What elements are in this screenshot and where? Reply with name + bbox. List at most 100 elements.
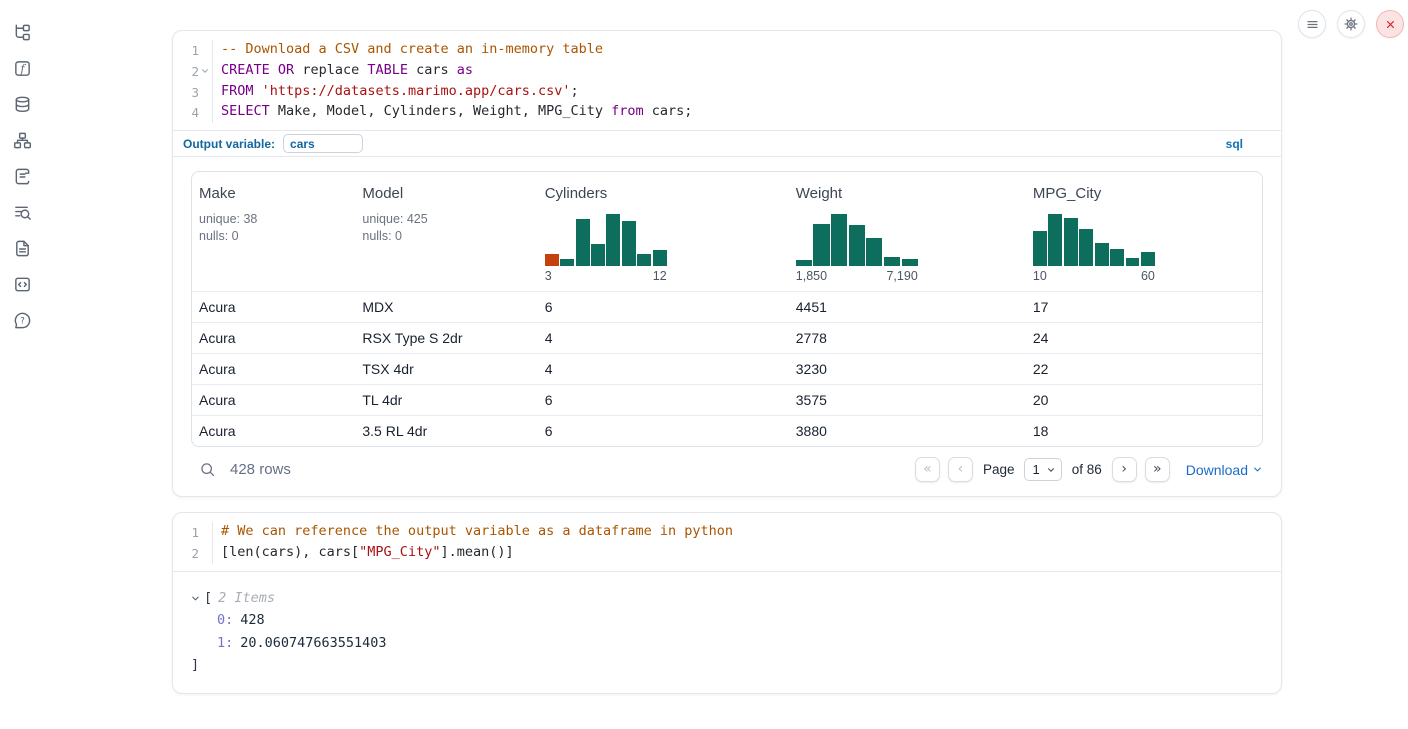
sql-cell: 1 -- Download a CSV and create an in-memo… xyxy=(172,30,1282,497)
fold-slot xyxy=(199,102,210,123)
documentation-icon[interactable] xyxy=(12,238,32,258)
page-select[interactable]: 1 xyxy=(1024,458,1061,481)
table-cell: 22 xyxy=(1026,354,1262,384)
settings-button[interactable] xyxy=(1337,10,1365,38)
code-editor-sql[interactable]: 1-- Download a CSV and create an in-memo… xyxy=(173,31,1281,130)
token: Make, Model, Cylinders, Weight, MPG_City xyxy=(270,103,611,119)
table-row[interactable]: AcuraMDX6445117 xyxy=(192,291,1262,322)
histogram-bars xyxy=(796,214,918,266)
table-cell: Acura xyxy=(192,323,355,353)
code-text: -- Download a CSV and create an in-memor… xyxy=(212,40,1281,61)
tree-root-line: [ 2 Items xyxy=(191,587,1281,610)
column-name[interactable]: Cylinders xyxy=(545,185,783,202)
histogram-bar xyxy=(545,254,559,266)
shutdown-button[interactable] xyxy=(1376,10,1404,38)
token: from xyxy=(611,103,644,119)
scratchpad-icon[interactable] xyxy=(12,166,32,186)
table-cell: Acura xyxy=(192,354,355,384)
token: cars; xyxy=(644,103,693,119)
histogram-bar xyxy=(902,259,918,266)
first-page-button[interactable]: « xyxy=(915,457,940,482)
histogram-bar xyxy=(1048,214,1062,266)
table-cell: 6 xyxy=(538,385,789,415)
token: SELECT xyxy=(221,103,270,119)
download-label: Download xyxy=(1186,462,1248,478)
file-explorer-icon[interactable] xyxy=(12,22,32,42)
prev-page-button[interactable]: ‹ xyxy=(948,457,973,482)
column-name[interactable]: Model xyxy=(362,185,531,202)
dependency-graph-icon[interactable] xyxy=(12,130,32,150)
output-variable-input[interactable] xyxy=(283,134,363,153)
histogram-bars xyxy=(545,214,667,266)
code-line: 1# We can reference the output variable … xyxy=(173,522,1281,543)
column-histogram: 1060 xyxy=(1033,214,1155,283)
hamburger-icon xyxy=(1305,17,1320,32)
token: # We can reference the output variable a… xyxy=(221,523,733,539)
fold-slot xyxy=(199,543,210,564)
table-row[interactable]: AcuraRSX Type S 2dr4277824 xyxy=(192,322,1262,353)
fold-slot xyxy=(199,82,210,103)
tree-entry-key: 1: xyxy=(217,632,233,655)
search-icon[interactable] xyxy=(199,461,216,478)
histogram-bar xyxy=(1079,229,1093,266)
column-stats: unique: 425nulls: 0 xyxy=(362,211,531,244)
menu-button[interactable] xyxy=(1298,10,1326,38)
logs-icon[interactable] xyxy=(12,202,32,222)
axis-max-label: 12 xyxy=(653,269,667,283)
table-cell: 17 xyxy=(1026,292,1262,322)
token: TABLE xyxy=(367,62,408,78)
tree-entry-value: 20.060747663551403 xyxy=(240,632,386,655)
code-text: FROM 'https://datasets.marimo.app/cars.c… xyxy=(212,82,1281,103)
next-page-button[interactable]: › xyxy=(1112,457,1137,482)
bracket-open: [ xyxy=(204,587,212,610)
line-number: 2 xyxy=(173,61,199,82)
histogram-bar xyxy=(796,260,812,266)
table-row[interactable]: AcuraTSX 4dr4323022 xyxy=(192,353,1262,384)
sql-cell-output: Makeunique: 38nulls: 0Modelunique: 425nu… xyxy=(173,157,1281,482)
histogram-bar xyxy=(1033,231,1047,266)
token: ; xyxy=(571,83,579,99)
column-header: MPG_City 1060 xyxy=(1026,172,1262,291)
column-name[interactable]: Make xyxy=(199,185,349,202)
stat-line: nulls: 0 xyxy=(362,228,531,245)
help-icon[interactable]: ? xyxy=(12,310,32,330)
output-variable-label: Output variable: xyxy=(183,137,275,151)
axis-min-label: 3 xyxy=(545,269,552,283)
histogram-bar xyxy=(591,244,605,266)
variables-icon[interactable]: f xyxy=(12,58,32,78)
table-row[interactable]: Acura3.5 RL 4dr6388018 xyxy=(192,415,1262,446)
column-header: Cylinders 3 12 xyxy=(538,172,789,291)
table-cell: 4451 xyxy=(789,292,1026,322)
page-total-label: of 86 xyxy=(1072,462,1102,477)
table-cell: TSX 4dr xyxy=(355,354,537,384)
stat-line: unique: 38 xyxy=(199,211,349,228)
token: 'https://datasets.marimo.app/cars.csv' xyxy=(262,83,571,99)
token: -- Download a CSV and create an in-memor… xyxy=(221,41,603,57)
data-table: Makeunique: 38nulls: 0Modelunique: 425nu… xyxy=(191,171,1263,447)
histogram-bars xyxy=(1033,214,1155,266)
last-page-button[interactable]: » xyxy=(1145,457,1170,482)
stat-line: nulls: 0 xyxy=(199,228,349,245)
code-line: 2[len(cars), cars["MPG_City"].mean()] xyxy=(173,543,1281,564)
snippets-icon[interactable] xyxy=(12,274,32,294)
datasources-icon[interactable] xyxy=(12,94,32,114)
histogram-bar xyxy=(1095,243,1109,266)
python-cell: 1# We can reference the output variable … xyxy=(172,512,1282,694)
download-button[interactable]: Download xyxy=(1186,462,1263,478)
fold-toggle-icon[interactable] xyxy=(199,61,210,82)
histogram-bar xyxy=(637,254,651,266)
chevron-down-icon xyxy=(1046,465,1056,475)
code-editor-python[interactable]: 1# We can reference the output variable … xyxy=(173,513,1281,571)
helper-panel-sidebar: f ? xyxy=(0,22,44,330)
column-name[interactable]: Weight xyxy=(796,185,1020,202)
axis-min-label: 1,850 xyxy=(796,269,827,283)
table-row[interactable]: AcuraTL 4dr6357520 xyxy=(192,384,1262,415)
language-badge: sql xyxy=(1226,137,1271,151)
collapse-chevron-icon[interactable] xyxy=(191,594,204,603)
column-name[interactable]: MPG_City xyxy=(1033,185,1256,202)
column-header: Make unique: 38nulls: 0 xyxy=(192,172,355,291)
code-text: [len(cars), cars["MPG_City"].mean()] xyxy=(212,543,1281,564)
table-cell: 18 xyxy=(1026,416,1262,446)
histogram-bar xyxy=(849,225,865,266)
histogram-bar xyxy=(560,259,574,266)
